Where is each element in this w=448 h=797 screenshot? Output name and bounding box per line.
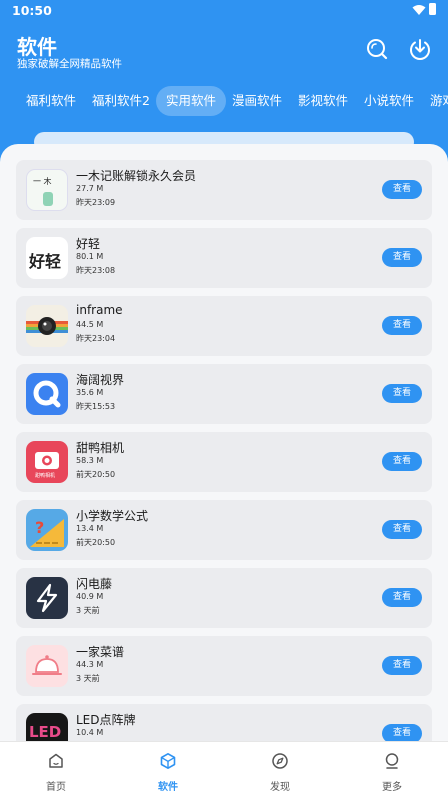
user-icon (385, 753, 399, 769)
view-button[interactable]: 查看 (382, 316, 422, 335)
app-size: 44.3 M (76, 660, 104, 669)
nav-more[interactable]: 更多 (336, 742, 448, 797)
app-size: 44.5 M (76, 320, 104, 329)
list-item[interactable]: ? 小学数学公式 13.4 M 前天20:50 查看 (16, 500, 432, 560)
bottom-nav: 首页 软件 发现 更多 (0, 741, 448, 797)
icon-text: 好轻 (29, 252, 62, 271)
tab-shiyong[interactable]: 实用软件 (156, 86, 227, 116)
status-time: 10:50 (12, 3, 52, 18)
app-size: 80.1 M (76, 252, 104, 261)
app-name: 闪电藤 (76, 577, 113, 591)
app-size: 40.9 M (76, 592, 104, 601)
nav-label: 首页 (46, 782, 66, 793)
app-name: 海阔视界 (76, 373, 125, 387)
camera-rainbow-icon (26, 317, 68, 335)
app-name: 甜鸭相机 (76, 441, 125, 455)
app-list: 一 木 一木记账解锁永久会员 27.7 M 昨天23:09 查看 好轻 好轻 8… (0, 144, 448, 797)
app-time: 3 天前 (76, 606, 100, 615)
list-item[interactable]: 甜鸭相机 甜鸭相机 58.3 M 前天20:50 查看 (16, 432, 432, 492)
app-icon (26, 577, 68, 619)
battery-icon (429, 3, 436, 15)
app-size: 35.6 M (76, 388, 104, 397)
nav-label: 软件 (158, 782, 178, 793)
dish-cover-icon (32, 655, 62, 675)
compass-icon (272, 753, 288, 769)
view-button[interactable]: 查看 (382, 452, 422, 471)
icon-text: 甜鸭相机 (35, 473, 56, 479)
browser-q-icon (33, 380, 61, 408)
app-name: LED点阵牌 (76, 713, 136, 727)
app-size: 58.3 M (76, 456, 104, 465)
tab-xiaoshuo[interactable]: 小说软件 (364, 86, 414, 116)
category-tabs: 福利软件 福利软件2 实用软件 漫画软件 影视软件 小说软件 游戏 (0, 86, 448, 118)
app-icon (26, 305, 68, 347)
view-button[interactable]: 查看 (382, 248, 422, 267)
app-name: 一家菜谱 (76, 645, 125, 659)
app-time: 昨天23:04 (76, 334, 116, 343)
list-item[interactable]: inframe 44.5 M 昨天23:04 查看 (16, 296, 432, 356)
app-name: 小学数学公式 (76, 509, 149, 523)
nav-discover[interactable]: 发现 (224, 742, 336, 797)
app-icon: 甜鸭相机 (26, 441, 68, 483)
icon-text: LED (29, 723, 62, 741)
app-icon (26, 645, 68, 687)
app-time: 前天20:50 (76, 470, 116, 479)
tab-fuli2[interactable]: 福利软件2 (92, 86, 150, 116)
app-icon (26, 373, 68, 415)
svg-text:?: ? (35, 518, 44, 537)
app-time: 3 天前 (76, 674, 100, 683)
download-icon[interactable] (408, 37, 432, 61)
tab-fuli[interactable]: 福利软件 (26, 86, 76, 116)
view-button[interactable]: 查看 (382, 588, 422, 607)
app-time: 昨天23:09 (76, 198, 116, 207)
list-item[interactable]: 海阔视界 35.6 M 昨天15:53 查看 (16, 364, 432, 424)
page-subtitle: 独家破解全网精品软件 (17, 58, 122, 70)
tab-youxi[interactable]: 游戏 (430, 86, 448, 116)
app-icon: ? (26, 509, 68, 551)
app-time: 昨天23:08 (76, 266, 116, 275)
nav-label: 更多 (382, 782, 402, 793)
list-item[interactable]: 好轻 好轻 80.1 M 昨天23:08 查看 (16, 228, 432, 288)
tab-yingshi[interactable]: 影视软件 (298, 86, 348, 116)
view-button[interactable]: 查看 (382, 656, 422, 675)
app-time: 前天20:50 (76, 538, 116, 547)
nav-label: 发现 (270, 782, 290, 793)
nav-software[interactable]: 软件 (112, 742, 224, 797)
app-size: 13.4 M (76, 524, 104, 533)
home-icon (49, 753, 63, 768)
math-ruler-icon: ? (30, 518, 64, 547)
list-item[interactable]: 一 木 一木记账解锁永久会员 27.7 M 昨天23:09 查看 (16, 160, 432, 220)
status-bar: 10:50 (0, 0, 448, 22)
list-item[interactable]: 一家菜谱 44.3 M 3 天前 查看 (16, 636, 432, 696)
app-icon: 一 木 (26, 169, 68, 211)
icon-text: 一 木 (33, 177, 52, 186)
view-button[interactable]: 查看 (382, 384, 422, 403)
tab-manhua[interactable]: 漫画软件 (232, 86, 282, 116)
list-item[interactable]: 闪电藤 40.9 M 3 天前 查看 (16, 568, 432, 628)
app-time: 昨天15:53 (76, 402, 116, 411)
app-size: 10.4 M (76, 728, 104, 737)
cube-icon (160, 753, 176, 769)
view-button[interactable]: 查看 (382, 520, 422, 539)
view-button[interactable]: 查看 (382, 180, 422, 199)
app-name: 好轻 (76, 237, 101, 251)
app-name: inframe (76, 303, 123, 317)
bottle-icon (43, 192, 53, 206)
app-icon: 好轻 (26, 237, 68, 279)
app-name: 一木记账解锁永久会员 (76, 169, 197, 183)
lightning-icon (36, 583, 58, 613)
app-size: 27.7 M (76, 184, 104, 193)
nav-home[interactable]: 首页 (0, 742, 112, 797)
search-icon[interactable] (365, 37, 389, 61)
wifi-icon (412, 5, 426, 15)
